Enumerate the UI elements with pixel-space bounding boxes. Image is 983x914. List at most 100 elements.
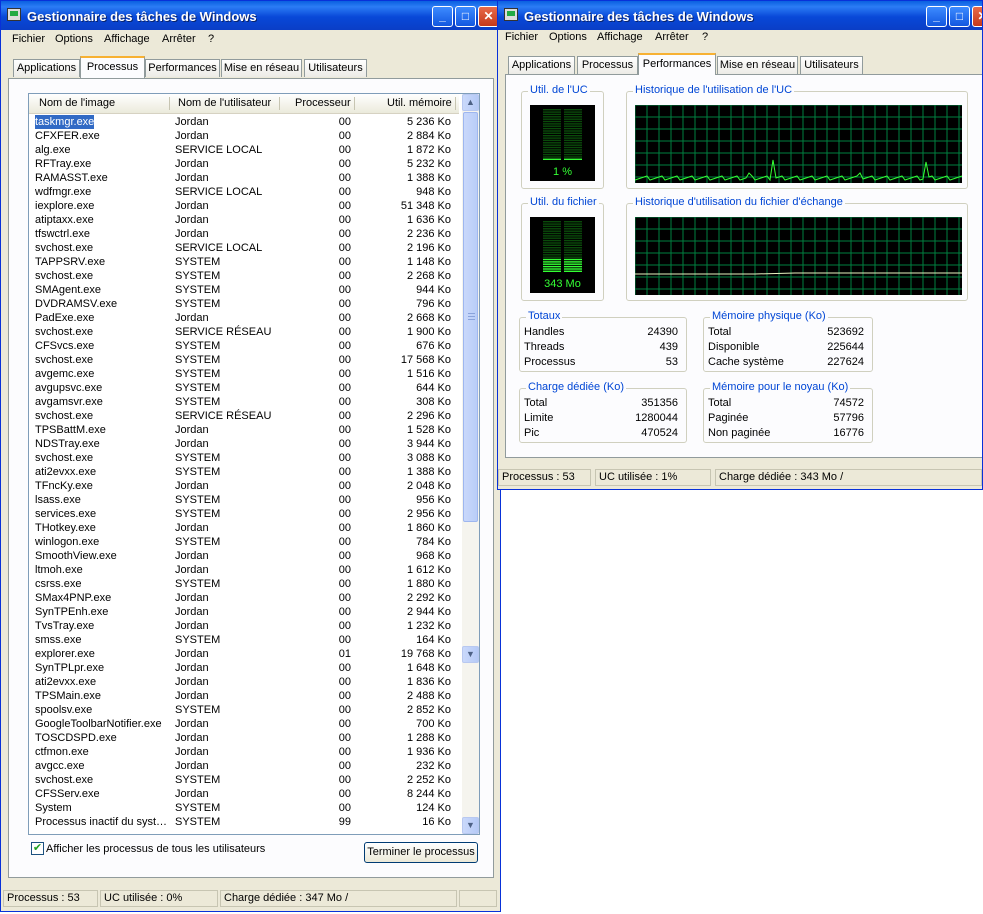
table-row[interactable]: avgamsvr.exe SYSTEM 00 308 Ko (29, 395, 459, 409)
column-image-name[interactable]: Nom de l'image (39, 97, 115, 109)
tab-utilisateurs[interactable]: Utilisateurs (800, 56, 863, 74)
table-row[interactable]: svchost.exe SYSTEM 00 2 268 Ko (29, 269, 459, 283)
meter-bar-unlit (543, 156, 561, 158)
table-row[interactable]: TAPPSRV.exe SYSTEM 00 1 148 Ko (29, 255, 459, 269)
table-row[interactable]: TOSCDSPD.exe Jordan 00 1 288 Ko (29, 731, 459, 745)
tab-mise-en-reseau[interactable]: Mise en réseau (221, 59, 302, 77)
table-row[interactable]: PadExe.exe Jordan 00 2 668 Ko (29, 311, 459, 325)
table-row[interactable]: TFncKy.exe Jordan 00 2 048 Ko (29, 479, 459, 493)
process-user: SYSTEM (175, 256, 221, 268)
table-row[interactable]: DVDRAMSV.exe SYSTEM 00 796 Ko (29, 297, 459, 311)
meter-bar-unlit (564, 149, 582, 151)
table-row[interactable]: winlogon.exe SYSTEM 00 784 Ko (29, 535, 459, 549)
close-button[interactable]: ✕ (972, 6, 982, 27)
tab-applications[interactable]: Applications (13, 59, 80, 77)
table-row[interactable]: GoogleToolbarNotifier.exe Jordan 00 700 Ko (29, 717, 459, 731)
table-row[interactable]: THotkey.exe Jordan 00 1 860 Ko (29, 521, 459, 535)
menu-options[interactable]: Options (55, 33, 93, 45)
table-row[interactable]: wdfmgr.exe SERVICE LOCAL 00 948 Ko (29, 185, 459, 199)
end-process-button[interactable]: Terminer le processus (364, 842, 478, 863)
table-row[interactable]: svchost.exe SERVICE LOCAL 00 2 196 Ko (29, 241, 459, 255)
table-row[interactable]: svchost.exe SYSTEM 00 2 252 Ko (29, 773, 459, 787)
table-row[interactable]: SmoothView.exe Jordan 00 968 Ko (29, 549, 459, 563)
scrollbar-thumb[interactable] (463, 112, 478, 522)
column-cpu[interactable]: Processeur (295, 97, 351, 109)
table-row[interactable]: ati2evxx.exe Jordan 00 1 836 Ko (29, 675, 459, 689)
table-row[interactable]: SMax4PNP.exe Jordan 00 2 292 Ko (29, 591, 459, 605)
menu-help[interactable]: ? (208, 33, 214, 45)
table-row[interactable]: atiptaxx.exe Jordan 00 1 636 Ko (29, 213, 459, 227)
menu-affichage[interactable]: Affichage (597, 31, 643, 43)
title-bar[interactable]: Gestionnaire des tâches de Windows _ □ ✕ (498, 1, 982, 30)
meter-bar-lit (564, 258, 582, 261)
minimize-button[interactable]: _ (926, 6, 947, 27)
meter-bar-unlit (564, 142, 582, 144)
column-memory[interactable]: Util. mémoire (387, 97, 452, 109)
menu-arreter[interactable]: Arrêter (655, 31, 689, 43)
kernel-total-label: Total (708, 397, 732, 409)
process-list-scrollbar[interactable]: ▲ ▼ ▼ (462, 94, 479, 834)
table-row[interactable]: svchost.exe SYSTEM 00 3 088 Ko (29, 451, 459, 465)
table-row[interactable]: TvsTray.exe Jordan 00 1 232 Ko (29, 619, 459, 633)
tab-applications[interactable]: Applications (508, 56, 575, 74)
table-row[interactable]: ltmoh.exe Jordan 00 1 612 Ko (29, 563, 459, 577)
show-all-users-label[interactable]: Afficher les processus de tous les utili… (46, 843, 265, 855)
table-row[interactable]: CFSServ.exe Jordan 00 8 244 Ko (29, 787, 459, 801)
table-row[interactable]: ati2evxx.exe SYSTEM 00 1 388 Ko (29, 465, 459, 479)
table-row[interactable]: alg.exe SERVICE LOCAL 00 1 872 Ko (29, 143, 459, 157)
table-row[interactable]: svchost.exe SYSTEM 00 17 568 Ko (29, 353, 459, 367)
table-row[interactable]: SynTPLpr.exe Jordan 00 1 648 Ko (29, 661, 459, 675)
table-row[interactable]: RAMASST.exe Jordan 00 1 388 Ko (29, 171, 459, 185)
menu-fichier[interactable]: Fichier (505, 31, 538, 43)
column-user-name[interactable]: Nom de l'utilisateur (178, 97, 271, 109)
table-row[interactable]: SynTPEnh.exe Jordan 00 2 944 Ko (29, 605, 459, 619)
table-row[interactable]: explorer.exe Jordan 01 19 768 Ko (29, 647, 459, 661)
table-row[interactable]: ctfmon.exe Jordan 00 1 936 Ko (29, 745, 459, 759)
page-down-indicator[interactable]: ▼ (462, 646, 479, 663)
tab-performances[interactable]: Performances (638, 53, 716, 75)
title-bar[interactable]: Gestionnaire des tâches de Windows _ □ ✕ (1, 1, 500, 30)
maximize-button[interactable]: □ (455, 6, 476, 27)
menu-arreter[interactable]: Arrêter (162, 33, 196, 45)
maximize-button[interactable]: □ (949, 6, 970, 27)
table-row[interactable]: TPSMain.exe Jordan 00 2 488 Ko (29, 689, 459, 703)
table-row[interactable]: svchost.exe SERVICE RÉSEAU 00 1 900 Ko (29, 325, 459, 339)
tab-mise-en-reseau[interactable]: Mise en réseau (717, 56, 798, 74)
table-row[interactable]: SMAgent.exe SYSTEM 00 944 Ko (29, 283, 459, 297)
table-row[interactable]: Processus inactif du syst… SYSTEM 99 16 Ko (29, 815, 459, 829)
status-empty (459, 890, 497, 907)
table-row[interactable]: avgcc.exe Jordan 00 232 Ko (29, 759, 459, 773)
close-button[interactable]: ✕ (478, 6, 499, 27)
tab-utilisateurs[interactable]: Utilisateurs (304, 59, 367, 77)
table-row[interactable]: avgemc.exe SYSTEM 00 1 516 Ko (29, 367, 459, 381)
table-row[interactable]: iexplore.exe Jordan 00 51 348 Ko (29, 199, 459, 213)
table-row[interactable]: System SYSTEM 00 124 Ko (29, 801, 459, 815)
tab-processus[interactable]: Processus (577, 56, 638, 74)
tab-processus[interactable]: Processus (80, 56, 145, 78)
table-row[interactable]: csrss.exe SYSTEM 00 1 880 Ko (29, 577, 459, 591)
menu-options[interactable]: Options (549, 31, 587, 43)
table-row[interactable]: TPSBattM.exe Jordan 00 1 528 Ko (29, 423, 459, 437)
table-row[interactable]: spoolsv.exe SYSTEM 00 2 852 Ko (29, 703, 459, 717)
menu-help[interactable]: ? (702, 31, 708, 43)
table-row[interactable]: CFSvcs.exe SYSTEM 00 676 Ko (29, 339, 459, 353)
meter-bar-unlit (543, 232, 561, 235)
scroll-down-button[interactable]: ▼ (462, 817, 479, 834)
show-all-users-checkbox[interactable]: ✔ (31, 842, 44, 855)
table-row[interactable]: taskmgr.exe Jordan 00 5 236 Ko (29, 115, 459, 129)
table-row[interactable]: NDSTray.exe Jordan 00 3 944 Ko (29, 437, 459, 451)
table-row[interactable]: lsass.exe SYSTEM 00 956 Ko (29, 493, 459, 507)
table-row[interactable]: avgupsvc.exe SYSTEM 00 644 Ko (29, 381, 459, 395)
table-row[interactable]: RFTray.exe Jordan 00 5 232 Ko (29, 157, 459, 171)
table-row[interactable]: smss.exe SYSTEM 00 164 Ko (29, 633, 459, 647)
table-row[interactable]: CFXFER.exe Jordan 00 2 884 Ko (29, 129, 459, 143)
table-row[interactable]: svchost.exe SERVICE RÉSEAU 00 2 296 Ko (29, 409, 459, 423)
minimize-button[interactable]: _ (432, 6, 453, 27)
table-row[interactable]: services.exe SYSTEM 00 2 956 Ko (29, 507, 459, 521)
tab-performances[interactable]: Performances (145, 59, 220, 77)
process-user: Jordan (175, 158, 209, 170)
scroll-up-button[interactable]: ▲ (462, 94, 479, 111)
table-row[interactable]: tfswctrl.exe Jordan 00 2 236 Ko (29, 227, 459, 241)
menu-fichier[interactable]: Fichier (12, 33, 45, 45)
menu-affichage[interactable]: Affichage (104, 33, 150, 45)
